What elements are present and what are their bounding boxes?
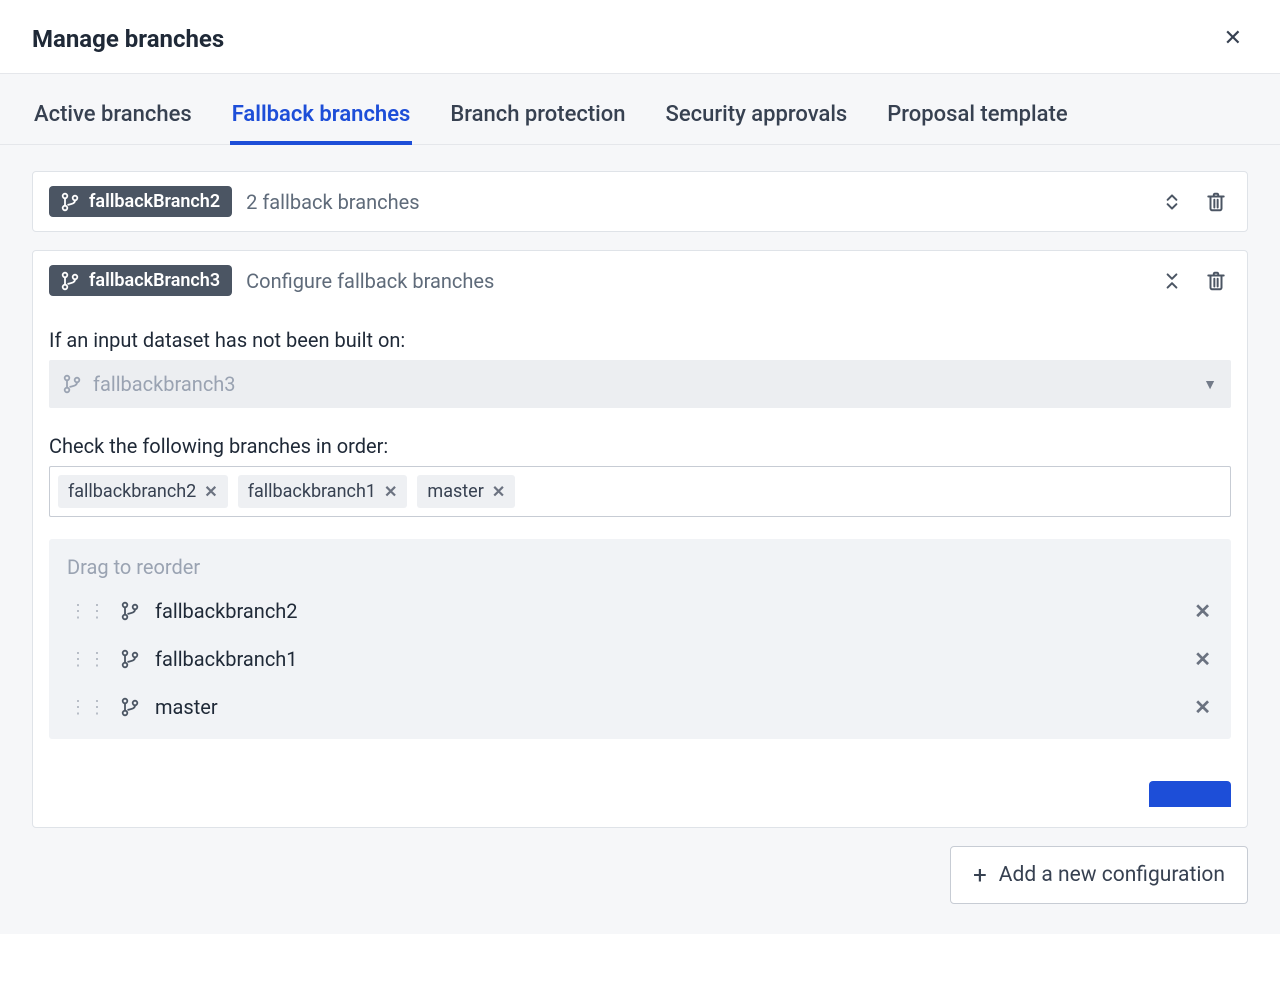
trash-icon[interactable] — [1201, 266, 1231, 296]
drag-handle-icon[interactable]: ⋮⋮ — [69, 697, 107, 718]
label-check-order: Check the following branches in order: — [49, 434, 1231, 458]
chevron-down-icon: ▼ — [1203, 376, 1217, 393]
plus-icon: + — [973, 861, 987, 889]
branch-chip-label: fallbackBranch2 — [89, 191, 220, 212]
reorder-branch-label: fallbackbranch1 — [155, 647, 298, 671]
card-subtitle: Configure fallback branches — [246, 269, 494, 293]
reorder-row[interactable]: ⋮⋮ master ✕ — [67, 683, 1213, 731]
fallback-config-card-collapsed: fallbackBranch2 2 fallback branches — [32, 171, 1248, 232]
branch-tag-label: fallbackbranch2 — [68, 481, 196, 502]
remove-row-icon[interactable]: ✕ — [1194, 647, 1211, 671]
tabs-bar: Active branches Fallback branches Branch… — [0, 74, 1280, 145]
expand-icon[interactable] — [1157, 187, 1187, 217]
fallback-tags-input[interactable]: fallbackbranch2 ✕ fallbackbranch1 ✕ mast… — [49, 466, 1231, 517]
card-subtitle: 2 fallback branches — [246, 190, 419, 214]
reorder-panel: Drag to reorder ⋮⋮ fallbackbranch2 ✕ ⋮⋮ — [49, 539, 1231, 739]
remove-row-icon[interactable]: ✕ — [1194, 695, 1211, 719]
branch-tag-label: fallbackbranch1 — [248, 481, 376, 502]
branch-chip-label: fallbackBranch3 — [89, 270, 220, 291]
reorder-row[interactable]: ⋮⋮ fallbackbranch1 ✕ — [67, 635, 1213, 683]
remove-tag-icon[interactable]: ✕ — [204, 482, 217, 501]
branch-tag: master ✕ — [417, 475, 515, 508]
tab-proposal-template[interactable]: Proposal template — [885, 96, 1069, 145]
source-branch-select[interactable]: fallbackbranch3 ▼ — [49, 360, 1231, 408]
reorder-branch-label: master — [155, 695, 218, 719]
add-configuration-button[interactable]: + Add a new configuration — [950, 846, 1248, 904]
remove-tag-icon[interactable]: ✕ — [492, 482, 505, 501]
git-branch-icon — [63, 374, 83, 394]
trash-icon[interactable] — [1201, 187, 1231, 217]
close-icon[interactable]: ✕ — [1218, 22, 1248, 55]
save-button[interactable] — [1149, 781, 1231, 807]
tab-fallback-branches[interactable]: Fallback branches — [230, 96, 413, 145]
collapse-icon[interactable] — [1157, 266, 1187, 296]
tab-branch-protection[interactable]: Branch protection — [448, 96, 627, 145]
remove-row-icon[interactable]: ✕ — [1194, 599, 1211, 623]
source-branch-value: fallbackbranch3 — [93, 372, 236, 396]
add-configuration-label: Add a new configuration — [999, 863, 1225, 887]
branch-tag: fallbackbranch1 ✕ — [238, 475, 408, 508]
tab-security-approvals[interactable]: Security approvals — [664, 96, 850, 145]
tab-active-branches[interactable]: Active branches — [32, 96, 194, 145]
manage-branches-dialog: Manage branches ✕ Active branches Fallba… — [0, 0, 1280, 934]
drag-handle-icon[interactable]: ⋮⋮ — [69, 601, 107, 622]
fallback-config-card-expanded: fallbackBranch3 Configure fallback branc… — [32, 250, 1248, 828]
remove-tag-icon[interactable]: ✕ — [384, 482, 397, 501]
branch-chip: fallbackBranch2 — [49, 186, 232, 217]
dialog-title: Manage branches — [32, 25, 224, 53]
git-branch-icon — [121, 697, 141, 717]
reorder-branch-label: fallbackbranch2 — [155, 599, 298, 623]
branch-tag: fallbackbranch2 ✕ — [58, 475, 228, 508]
drag-handle-icon[interactable]: ⋮⋮ — [69, 649, 107, 670]
branch-chip: fallbackBranch3 — [49, 265, 232, 296]
git-branch-icon — [61, 271, 81, 291]
git-branch-icon — [61, 192, 81, 212]
reorder-row[interactable]: ⋮⋮ fallbackbranch2 ✕ — [67, 587, 1213, 635]
reorder-title: Drag to reorder — [67, 555, 1213, 579]
git-branch-icon — [121, 601, 141, 621]
branch-tag-label: master — [427, 481, 483, 502]
dialog-header: Manage branches ✕ — [0, 0, 1280, 74]
label-if-not-built: If an input dataset has not been built o… — [49, 328, 1231, 352]
git-branch-icon — [121, 649, 141, 669]
